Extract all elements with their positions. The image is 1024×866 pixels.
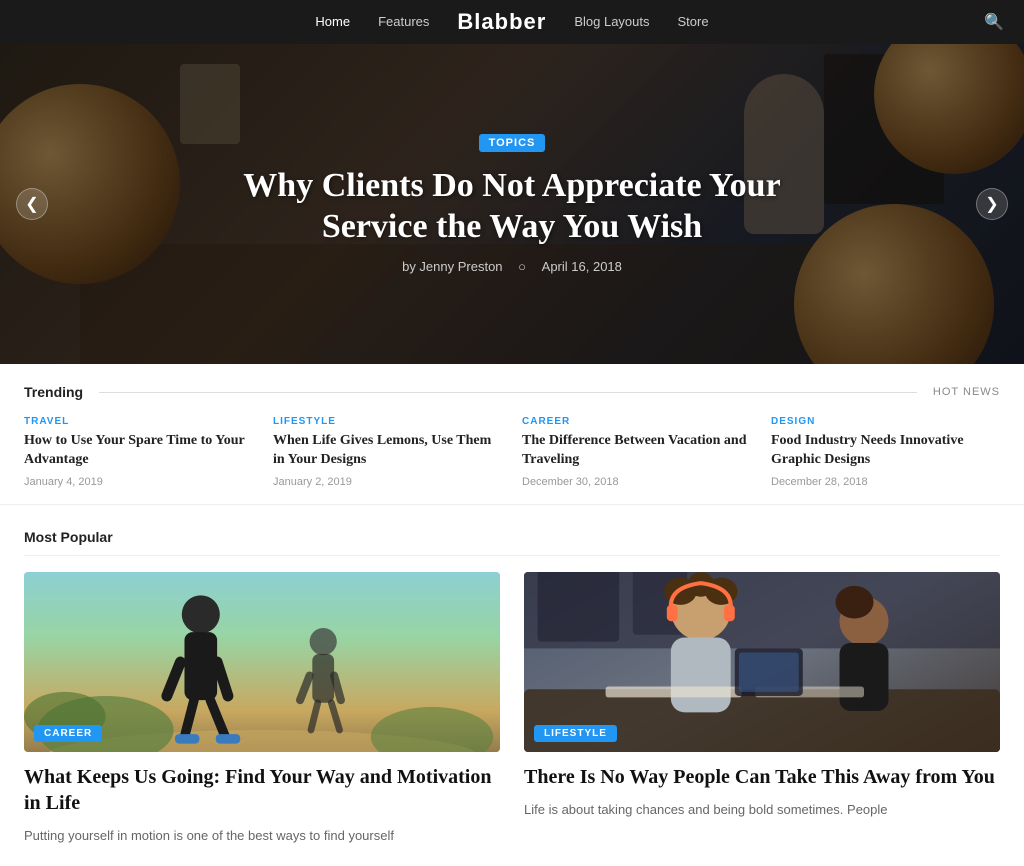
nav-blog-layouts[interactable]: Blog Layouts [574,14,649,29]
popular-card-1-excerpt: Putting yourself in motion is one of the… [24,826,500,846]
trending-category-4[interactable]: DESIGN [771,416,1000,427]
popular-card-1-title[interactable]: What Keeps Us Going: Find Your Way and M… [24,764,500,816]
trending-items: TRAVEL How to Use Your Spare Time to You… [24,416,1000,488]
trending-category-2[interactable]: LIFESTYLE [273,416,502,427]
list-item: LIFESTYLE When Life Gives Lemons, Use Th… [273,416,502,488]
nav-store[interactable]: Store [678,14,709,29]
hero-section: ❮ TOPICS Why Clients Do Not Appreciate Y… [0,44,1024,364]
trending-title-4[interactable]: Food Industry Needs Innovative Graphic D… [771,432,1000,470]
popular-section: Most Popular [0,505,1024,866]
popular-card-image-2[interactable]: LIFESTYLE [524,572,1000,752]
hero-author: by Jenny Preston [402,259,502,274]
popular-section-title: Most Popular [24,529,1000,556]
trending-title-2[interactable]: When Life Gives Lemons, Use Them in Your… [273,432,502,470]
trending-title: Trending [24,384,83,400]
popular-card-2-badge[interactable]: LIFESTYLE [534,725,617,742]
hero-prev-button[interactable]: ❮ [16,188,48,220]
popular-card-1-badge[interactable]: CAREER [34,725,102,742]
popular-card-2-title[interactable]: There Is No Way People Can Take This Awa… [524,764,1000,790]
popular-grid: CAREER What Keeps Us Going: Find Your Wa… [24,572,1000,846]
trending-section: Trending HOT NEWS TRAVEL How to Use Your… [0,364,1024,505]
nav-features[interactable]: Features [378,14,429,29]
popular-card-2-excerpt: Life is about taking chances and being b… [524,800,1000,820]
trending-date-3: December 30, 2018 [522,476,751,488]
site-logo[interactable]: Blabber [457,9,546,34]
trending-divider [99,392,917,393]
list-item: TRAVEL How to Use Your Spare Time to You… [24,416,253,488]
nav-links: Home Features Blabber Blog Layouts Store [315,9,708,35]
hero-meta-separator: ○ [518,259,526,274]
list-item: CAREER The Difference Between Vacation a… [522,416,751,488]
list-item: DESIGN Food Industry Needs Innovative Gr… [771,416,1000,488]
trending-category-1[interactable]: TRAVEL [24,416,253,427]
popular-card-1: CAREER What Keeps Us Going: Find Your Wa… [24,572,500,846]
trending-date-4: December 28, 2018 [771,476,1000,488]
popular-card-image-1[interactable]: CAREER [24,572,500,752]
hero-title: Why Clients Do Not Appreciate Your Servi… [232,166,792,248]
hero-next-button[interactable]: ❯ [976,188,1008,220]
trending-title-1[interactable]: How to Use Your Spare Time to Your Advan… [24,432,253,470]
hero-meta: by Jenny Preston ○ April 16, 2018 [232,259,792,274]
nav-home[interactable]: Home [315,14,350,29]
trending-date-1: January 4, 2019 [24,476,253,488]
trending-category-3[interactable]: CAREER [522,416,751,427]
hot-news-badge: HOT NEWS [933,386,1000,398]
popular-card-2: LIFESTYLE There Is No Way People Can Tak… [524,572,1000,846]
search-icon[interactable]: 🔍 [984,12,1004,32]
hero-content: TOPICS Why Clients Do Not Appreciate You… [212,134,812,275]
trending-title-3[interactable]: The Difference Between Vacation and Trav… [522,432,751,470]
navigation: Home Features Blabber Blog Layouts Store… [0,0,1024,44]
trending-date-2: January 2, 2019 [273,476,502,488]
hero-date: April 16, 2018 [542,259,622,274]
trending-header: Trending HOT NEWS [24,384,1000,400]
hero-topics-badge[interactable]: TOPICS [479,134,546,152]
